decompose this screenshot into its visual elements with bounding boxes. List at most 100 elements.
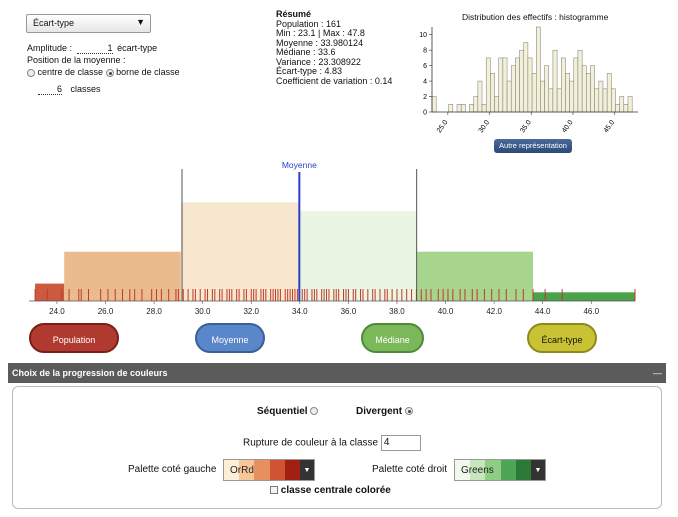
histogram-bar — [527, 57, 533, 113]
histogram-bar — [473, 96, 479, 113]
histogram-chart: 10 8 6 4 2 0 25.0 30.0 35.0 40.0 45.0 — [419, 26, 638, 134]
chevron-down-icon: ▼ — [300, 460, 315, 480]
histogram-bar — [590, 65, 595, 113]
histogram-x-tick: 35.0 — [519, 119, 533, 134]
histogram-bar — [448, 104, 454, 113]
histogram-bar — [606, 73, 612, 113]
histogram-bar — [556, 88, 562, 113]
palette-left-name: OrRd — [230, 465, 254, 476]
color-panel-header[interactable]: Choix de la progression de couleurs — — [8, 363, 666, 383]
chevron-down-icon: ▼ — [136, 17, 145, 27]
histogram-x-tick: 45.0 — [603, 119, 617, 134]
histogram-bar — [586, 73, 591, 113]
radio-sequentiel[interactable] — [310, 407, 319, 416]
histogram-bar — [544, 65, 550, 113]
histogram-bar — [502, 57, 508, 113]
classe-centrale-label: classe centrale colorée — [280, 485, 391, 496]
radio-divergent[interactable] — [404, 407, 413, 416]
amplitude-unit: écart-type — [117, 43, 158, 53]
x-tick-label: 26.0 — [98, 307, 114, 316]
histogram-bar — [598, 80, 604, 113]
main-chart: 24.0 26.0 28.0 30.0 32.0 34.0 36.0 38.0 40.0 42.0… — [29, 160, 636, 316]
amplitude-label: Amplitude : — [27, 43, 73, 53]
palette-left-swatch-4 — [269, 460, 285, 480]
palette-right-select[interactable]: ▼ Greens — [454, 459, 546, 481]
histogram-bar — [594, 88, 600, 113]
x-tick-label: 38.0 — [389, 307, 405, 316]
amplitude-row: Amplitude : 1 écart-type — [27, 43, 157, 54]
radio-borne[interactable] — [105, 68, 114, 77]
collapse-icon[interactable]: — — [653, 363, 662, 383]
sequentiel-label: Séquentiel — [257, 406, 308, 417]
classes-input[interactable]: 6 — [38, 84, 62, 95]
moyenne-button[interactable]: Moyenne — [195, 323, 265, 353]
histogram-x-tick: 30.0 — [478, 119, 492, 134]
histogram-bar — [561, 57, 566, 113]
palette-right-label: Palette coté droit — [372, 464, 448, 475]
method-select[interactable]: Écart-type ▼ — [26, 14, 151, 33]
histogram-bar — [485, 57, 491, 113]
ecart-type-button[interactable]: Écart-type — [527, 323, 597, 353]
histogram-bar — [565, 73, 570, 113]
x-tick-label: 36.0 — [341, 307, 357, 316]
autre-representation-button[interactable]: Autre représentation — [494, 139, 572, 153]
histogram-x-tick: 40.0 — [561, 119, 575, 134]
x-tick-label: 30.0 — [195, 307, 211, 316]
divergent-option: Divergent — [356, 406, 413, 417]
class-bar — [35, 283, 65, 301]
position-radios: centre de classe borne de classe — [27, 67, 180, 77]
histogram-bar — [615, 104, 620, 113]
histogram-bar — [477, 80, 483, 113]
histogram-bar — [577, 49, 583, 113]
x-tick-label: 32.0 — [243, 307, 259, 316]
mediane-button[interactable]: Médiane — [361, 323, 424, 353]
histogram-bar — [627, 96, 633, 113]
radio-centre-label: centre de classe — [37, 67, 104, 77]
class-bar — [180, 202, 300, 301]
moyenne-label: Moyenne — [282, 160, 317, 170]
histogram-bar — [569, 80, 575, 113]
x-tick-label: 44.0 — [535, 307, 551, 316]
amplitude-input[interactable]: 1 — [76, 43, 113, 54]
color-panel-title: Choix de la progression de couleurs — [12, 368, 168, 378]
histogram-bar — [494, 96, 499, 113]
histogram-bar — [490, 73, 495, 113]
class-bar — [299, 211, 417, 301]
histogram-bar — [602, 88, 608, 113]
histogram-bar — [456, 104, 462, 113]
rupture-input[interactable]: 4 — [380, 435, 421, 451]
palette-right-swatch-5 — [515, 460, 532, 480]
histogram-bar — [510, 65, 516, 113]
histogram-y-tick: 8 — [423, 48, 427, 55]
histogram-x-tick: 25.0 — [436, 119, 450, 134]
palette-right-swatch-4 — [500, 460, 516, 480]
x-tick-label: 40.0 — [438, 307, 454, 316]
palette-left-label: Palette coté gauche — [128, 464, 217, 475]
position-label: Position de la moyenne : — [27, 55, 126, 65]
histogram-bar — [431, 96, 437, 113]
histogram-bar — [540, 80, 545, 113]
histogram-bar — [523, 42, 529, 113]
x-tick-label: 28.0 — [146, 307, 162, 316]
classe-centrale-checkbox[interactable] — [270, 486, 278, 495]
histogram-bar — [519, 49, 524, 113]
palette-right-name: Greens — [461, 465, 494, 476]
histogram-bar — [460, 104, 466, 113]
classes-row: 6 classes — [36, 84, 101, 95]
histogram-bar — [469, 104, 474, 113]
x-tick-label: 42.0 — [486, 307, 502, 316]
histogram-bar — [515, 57, 520, 113]
summary: Résumé Population : 161 Min : 23.1 | Max… — [276, 9, 392, 86]
palette-left-swatch-5 — [284, 460, 301, 480]
histogram-bar — [481, 104, 487, 113]
radio-centre[interactable] — [27, 68, 35, 77]
palette-left-select[interactable]: ▼ OrRd — [223, 459, 315, 481]
histogram-y-tick: 4 — [423, 79, 427, 86]
radio-borne-label: borne de classe — [116, 67, 180, 77]
x-tick-label: 34.0 — [292, 307, 308, 316]
histogram-bar — [573, 57, 579, 113]
population-button[interactable]: Population — [29, 323, 119, 353]
histogram-bar — [611, 88, 616, 113]
x-tick-label: 24.0 — [49, 307, 65, 316]
chevron-down-icon: ▼ — [531, 460, 546, 480]
